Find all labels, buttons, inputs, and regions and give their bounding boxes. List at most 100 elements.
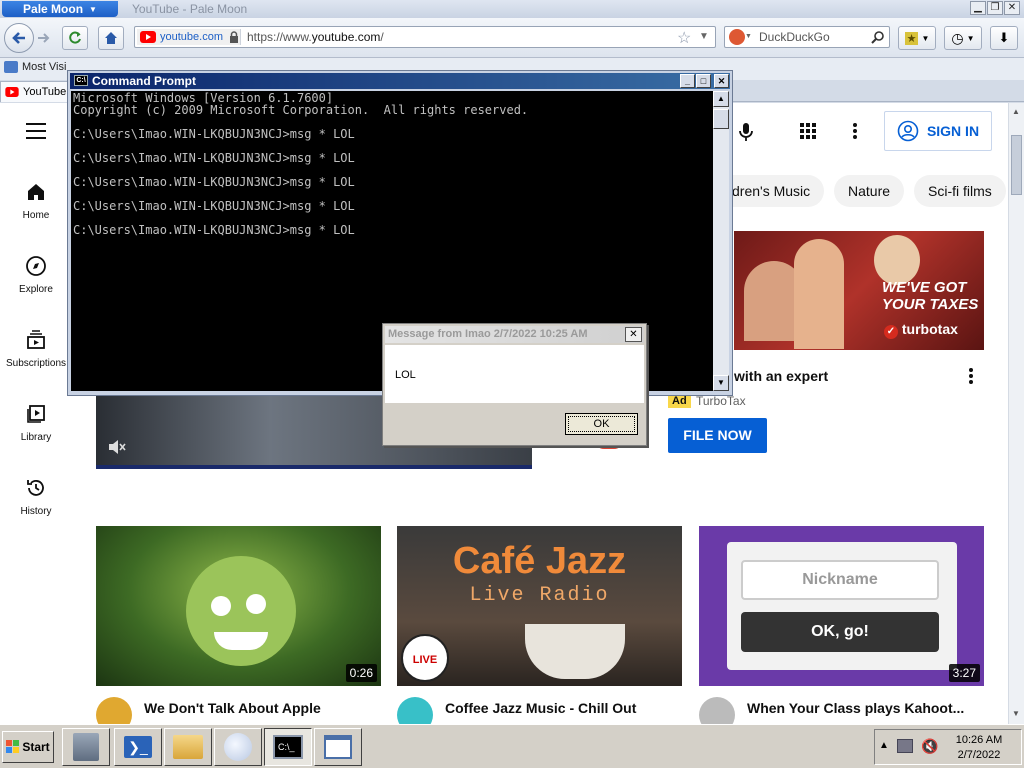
taskbar-pale-moon[interactable] xyxy=(214,728,262,766)
video-title[interactable]: Coffee Jazz Music - Chill Out xyxy=(445,700,675,716)
hamburger-menu-button[interactable] xyxy=(26,123,46,142)
cmd-line: C:\Users\Imao.WIN-LKQBUJN3NCJ>msg * LOL xyxy=(73,127,355,141)
volume-muted-icon[interactable]: 🔇 xyxy=(921,738,938,755)
apps-grid-icon[interactable] xyxy=(800,123,816,139)
ad-banner-image[interactable]: WE'VE GOT YOUR TAXES ✓ turbotax xyxy=(734,231,984,350)
tab-youtube[interactable]: YouTube xyxy=(0,81,70,102)
history-menu-button[interactable]: ◷ ▼ xyxy=(944,26,982,50)
forward-button[interactable] xyxy=(36,30,52,49)
message-ok-button[interactable]: OK xyxy=(565,413,638,435)
youtube-favicon-icon xyxy=(140,31,156,43)
scroll-down-icon[interactable]: ▼ xyxy=(1012,709,1020,718)
video-thumbnail-1[interactable]: 0:26 xyxy=(96,526,381,686)
cmd-line: Copyright (c) 2009 Microsoft Corporation… xyxy=(73,103,529,117)
home-button[interactable] xyxy=(98,26,124,50)
video-thumbnail-2[interactable]: Café Jazz Live Radio LIVE xyxy=(397,526,682,686)
sidebar-item-library[interactable]: Library xyxy=(0,403,72,443)
reload-button[interactable] xyxy=(62,26,88,50)
cmd-maximize-button[interactable]: □ xyxy=(696,74,711,88)
site-identity[interactable]: youtube.com xyxy=(137,29,241,45)
search-icon[interactable] xyxy=(871,30,885,44)
cmd-line: C:\Users\Imao.WIN-LKQBUJN3NCJ>msg * LOL xyxy=(73,199,355,213)
minimize-button[interactable]: ▁ xyxy=(970,1,986,15)
search-input[interactable]: DuckDuckGo xyxy=(759,30,830,44)
cmd-close-button[interactable]: ✕ xyxy=(714,74,729,88)
channel-avatar[interactable] xyxy=(397,697,433,724)
clock-time[interactable]: 10:26 AM xyxy=(949,734,1009,746)
ad-headline[interactable]: with an expert xyxy=(734,368,828,384)
page-scrollbar[interactable]: ▲ ▼ xyxy=(1008,103,1024,724)
tray-expand-icon[interactable]: ▲ xyxy=(879,740,889,751)
bookmark-star-icon[interactable]: ☆ xyxy=(677,28,691,48)
bookmarks-menu-button[interactable]: ★ ▼ xyxy=(898,26,936,50)
cmd-minimize-button[interactable]: _ xyxy=(680,74,695,88)
chip-childrens-music[interactable]: dren's Music xyxy=(718,175,825,207)
close-window-button[interactable]: ✕ xyxy=(1004,1,1020,15)
start-button[interactable]: Start xyxy=(2,731,54,763)
sign-in-button[interactable]: SIGN IN xyxy=(884,111,992,151)
restore-button[interactable]: ❐ xyxy=(987,1,1003,15)
video-thumbnail-3[interactable]: Nickname OK, go! 3:27 xyxy=(699,526,984,686)
youtube-favicon-icon xyxy=(5,87,19,97)
channel-avatar[interactable] xyxy=(96,697,132,724)
taskbar-explorer[interactable] xyxy=(164,728,212,766)
cmd-scroll-down-icon[interactable]: ▼ xyxy=(713,375,729,391)
cmd-line: C:\Users\Imao.WIN-LKQBUJN3NCJ>msg * LOL xyxy=(73,151,355,165)
network-icon[interactable] xyxy=(897,739,913,753)
message-close-button[interactable]: ✕ xyxy=(625,327,642,342)
powershell-icon: ❯_ xyxy=(124,736,152,758)
sidebar-item-history[interactable]: History xyxy=(0,477,72,517)
channel-avatar[interactable] xyxy=(699,697,735,724)
url-bar[interactable]: youtube.com https://www.youtube.com/ ☆ ▼ xyxy=(134,26,716,48)
more-vertical-icon[interactable] xyxy=(852,123,858,139)
home-icon xyxy=(28,184,44,200)
navigation-toolbar: youtube.com https://www.youtube.com/ ☆ ▼… xyxy=(0,18,1024,58)
downloads-button[interactable]: ⬇ xyxy=(990,26,1018,50)
microphone-icon[interactable] xyxy=(738,121,754,143)
back-arrow-icon xyxy=(12,32,25,44)
ad-advertiser: TurboTax xyxy=(696,394,746,408)
scroll-up-icon[interactable]: ▲ xyxy=(1012,107,1020,116)
file-now-button[interactable]: FILE NOW xyxy=(668,418,767,453)
taskbar-message-window[interactable] xyxy=(314,728,362,766)
message-titlebar[interactable]: Message from Imao 2/7/2022 10:25 AM ✕ xyxy=(385,326,644,343)
sidebar-item-home[interactable]: Home xyxy=(0,181,72,221)
account-icon xyxy=(897,120,919,142)
download-arrow-icon: ⬇ xyxy=(998,30,1010,45)
video-title[interactable]: When Your Class plays Kahoot... xyxy=(747,700,977,716)
bookmark-most-visited[interactable]: Most Visi xyxy=(4,61,66,73)
reload-icon xyxy=(69,31,81,44)
muted-icon[interactable] xyxy=(108,439,126,455)
chip-nature[interactable]: Nature xyxy=(834,175,905,207)
video-title[interactable]: We Don't Talk About Apple xyxy=(144,700,374,716)
ad-badge: Ad xyxy=(668,394,691,408)
window-title: YouTube - Pale Moon xyxy=(132,2,248,16)
system-tray: ▲ 🔇 10:26 AM 2/7/2022 xyxy=(874,729,1022,765)
taskbar-server-manager[interactable] xyxy=(62,728,110,766)
taskbar-powershell[interactable]: ❯_ xyxy=(114,728,162,766)
message-dialog[interactable]: Message from Imao 2/7/2022 10:25 AM ✕ LO… xyxy=(382,323,647,446)
back-button[interactable] xyxy=(4,23,34,53)
pale-moon-icon xyxy=(224,733,252,761)
cmd-scrollbar[interactable]: ▲ ▼ xyxy=(713,91,729,391)
start-label: Start xyxy=(22,740,50,754)
url-dropdown-icon[interactable]: ▼ xyxy=(699,31,709,42)
clock-date[interactable]: 2/7/2022 xyxy=(949,749,1009,761)
site-identity-label: youtube.com xyxy=(160,31,223,43)
search-bar[interactable]: ▼ DuckDuckGo xyxy=(724,26,890,48)
search-engine-dropdown-icon[interactable]: ▼ xyxy=(745,33,752,40)
ad-more-icon[interactable] xyxy=(968,368,974,384)
taskbar-command-prompt[interactable]: C:\_ xyxy=(264,728,312,766)
chip-sci-fi-films[interactable]: Sci-fi films xyxy=(914,175,1006,207)
cmd-scroll-up-icon[interactable]: ▲ xyxy=(713,91,729,107)
cmd-titlebar[interactable]: C:\ Command Prompt _ □ ✕ xyxy=(70,73,730,89)
app-menu-button[interactable]: Pale Moon ▼ xyxy=(2,1,118,17)
forward-arrow-icon xyxy=(38,33,50,43)
cmd-scroll-thumb[interactable] xyxy=(713,109,729,129)
sidebar-item-subscriptions[interactable]: Subscriptions xyxy=(0,329,72,369)
server-manager-icon xyxy=(73,733,99,761)
scroll-thumb[interactable] xyxy=(1011,135,1022,195)
sign-in-label: SIGN IN xyxy=(926,123,980,139)
sidebar-item-explore[interactable]: Explore xyxy=(0,255,72,295)
duckduckgo-icon[interactable] xyxy=(729,29,745,45)
